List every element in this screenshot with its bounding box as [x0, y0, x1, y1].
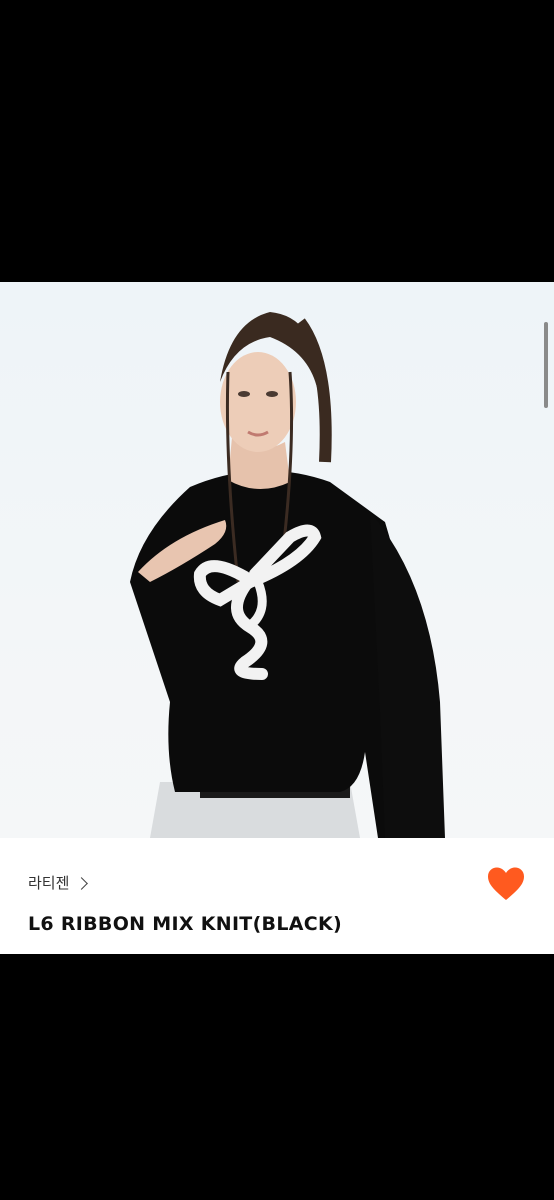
- top-letterbox: [0, 0, 554, 282]
- product-photo-illustration: [130, 312, 445, 838]
- brand-label: 라티젠: [28, 874, 70, 892]
- bottom-letterbox: [0, 954, 554, 1200]
- brand-link[interactable]: 라티젠: [28, 872, 89, 893]
- product-title: L6 RIBBON MIX KNIT(BLACK): [28, 913, 342, 935]
- favorite-button[interactable]: [486, 866, 526, 902]
- scrollbar-thumb[interactable]: [544, 322, 548, 408]
- heart-icon: [488, 867, 524, 900]
- product-image[interactable]: [0, 282, 554, 838]
- product-info-panel: [0, 838, 554, 954]
- chevron-right-icon: [75, 876, 89, 890]
- product-viewer-screen: 라티젠 L6 RIBBON MIX KNIT(BLACK): [0, 0, 554, 1200]
